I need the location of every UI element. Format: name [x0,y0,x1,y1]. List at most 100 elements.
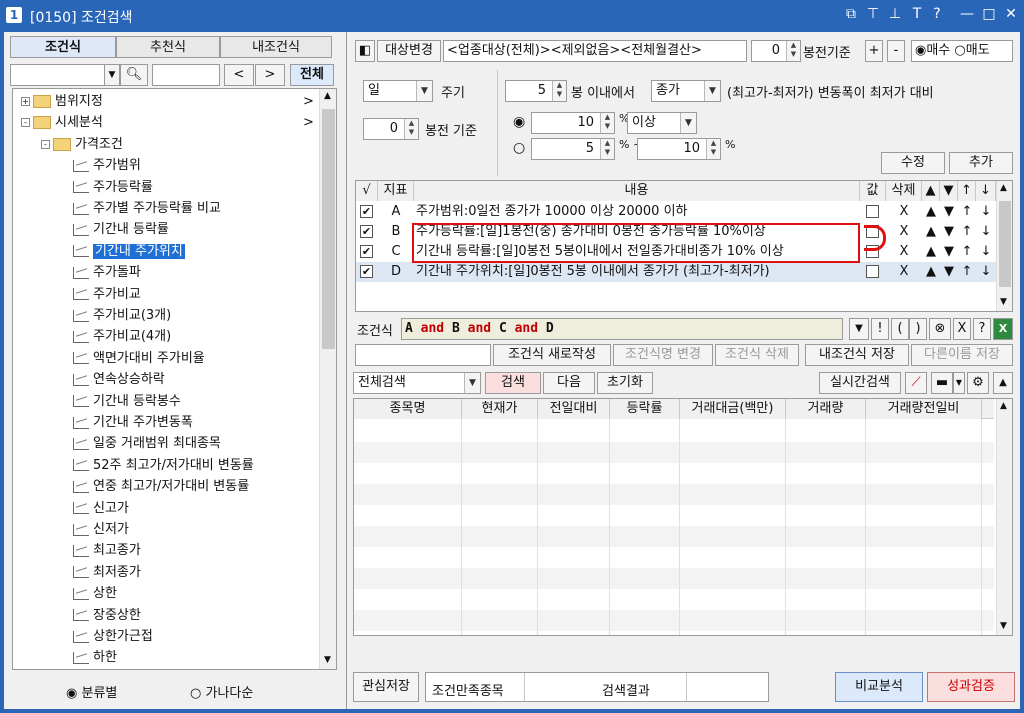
move-bottom-icon[interactable]: ↓ [976,242,996,262]
expand-icon[interactable]: + [21,97,30,106]
layout-icon[interactable]: ▬ [931,372,953,394]
delete-condition-button[interactable]: 조건식 삭제 [715,344,799,366]
tree-scrollbar[interactable]: ▲ ▼ [319,89,336,669]
tree-item[interactable]: 하한 [61,647,117,668]
tree-item[interactable]: 기간내 등락봉수 [61,391,181,412]
compare-analysis-button[interactable]: 비교분석 [835,672,923,702]
move-down-icon[interactable]: ▼ [940,262,958,282]
scroll-down-icon[interactable]: ▼ [1000,621,1007,631]
condition-name-input[interactable] [355,344,491,366]
search-button[interactable]: 검색 [485,372,541,394]
help-button[interactable]: ? [973,318,991,340]
not-button[interactable]: ! [871,318,889,340]
maximize-icon[interactable]: □ [980,6,998,22]
interest-save-button[interactable]: 관심저장 [353,672,419,702]
range2-from-spinner[interactable]: 5 ▲ ▼ [531,138,615,160]
tree-item[interactable]: 최고종가 [61,540,141,561]
tree-item[interactable]: 상한 [61,583,117,604]
sort-by-alpha[interactable]: ○ 가나다순 [190,682,253,701]
tree-item[interactable]: 주가비교 [61,284,141,305]
row-checkbox[interactable]: ✔ [360,205,373,218]
bong-spinner[interactable]: 0 ▲ ▼ [751,40,801,62]
search-input[interactable] [152,64,220,86]
period-select[interactable]: 일 ▼ [363,80,433,102]
tree-folder[interactable]: - 시세분석 [21,112,103,133]
font-icon[interactable]: T [908,6,926,22]
target-icon[interactable]: ◧ [355,40,375,62]
excel-icon[interactable]: X [993,318,1013,340]
realtime-search-button[interactable]: 실시간검색 [819,372,901,394]
plus-button[interactable]: + [865,40,883,62]
tree-item[interactable]: 주가돌파 [61,262,141,283]
results-column-header[interactable]: 등락률 [610,399,680,419]
results-column-header[interactable]: 거래량전일비 [866,399,982,419]
move-down-icon[interactable]: ▼ [940,242,958,262]
tree-item[interactable]: 신고가 [61,498,129,519]
tree-item[interactable]: 장중상한 [61,605,141,626]
tree-item[interactable]: 기간내 주가위치 [61,241,185,262]
clear-button[interactable]: X [953,318,971,340]
close-icon[interactable]: ✕ [1002,6,1020,22]
help-icon[interactable]: ? [928,6,946,22]
range1-op-select[interactable]: 이상 ▼ [627,112,697,134]
condition-row[interactable]: ✔ D 기간내 주가위치:[일]0봉전 5봉 이내에서 종가가 (최고가-최저가) X… [356,262,996,282]
tree-item[interactable]: 52주 최고가/저가대비 변동률 [61,455,254,476]
condition-row[interactable]: ✔ A 주가범위:0일전 종가가 10000 이상 20000 이하 X ▲ ▼ ↑ ↓ [356,202,996,222]
price-type-select[interactable]: 종가 ▼ [651,80,721,102]
scroll-down-icon[interactable]: ▼ [324,655,331,665]
tree-item[interactable]: 기간내 등락률 [61,219,169,240]
reset-button[interactable]: 초기화 [597,372,653,394]
sort-by-category[interactable]: ◉ 분류별 [66,682,117,701]
expand-arrow-icon[interactable]: > [303,91,314,112]
edit-button[interactable]: 수정 [881,152,945,174]
performance-verify-button[interactable]: 성과검증 [927,672,1015,702]
gear-icon[interactable]: ⚙ [967,372,989,394]
open-paren-button[interactable]: ( [891,318,909,340]
tab-recommend[interactable]: 추천식 [116,36,220,58]
minimize-icon[interactable]: — [958,6,976,22]
tree-item[interactable]: 연중 최고가/저가대비 변동률 [61,476,249,497]
delete-button[interactable]: X [886,262,922,282]
add-button[interactable]: 추가 [949,152,1013,174]
chevron-down-icon[interactable]: ▼ [953,372,965,394]
xor-icon[interactable]: ⊗ [929,318,951,340]
move-up-icon[interactable]: ▲ [922,202,940,222]
move-up-icon[interactable]: ▲ [922,242,940,262]
row-checkbox[interactable]: ✔ [360,265,373,278]
collapse-up-icon[interactable]: ▲ [993,372,1013,394]
tree-item[interactable]: 기간내 주가변동폭 [61,412,193,433]
new-condition-button[interactable]: 조건식 새로작성 [493,344,611,366]
row-checkbox[interactable]: ✔ [360,245,373,258]
collapse-icon[interactable]: - [41,139,50,149]
move-bottom-icon[interactable]: ↓ [976,202,996,222]
tree-item[interactable]: 상한가근접 [61,626,153,647]
scroll-up-icon[interactable]: ▲ [1000,401,1007,411]
move-bottom-icon[interactable]: ↓ [976,262,996,282]
value-checkbox[interactable] [866,265,879,278]
sell-radio[interactable]: ○매도 [954,43,989,58]
scroll-up-icon[interactable]: ▲ [1000,183,1007,193]
search-scope-select[interactable]: 전체검색 ▼ [353,372,481,394]
grid-scrollbar[interactable]: ▲ ▼ [996,181,1012,311]
close-paren-button[interactable]: ) [909,318,927,340]
all-button[interactable]: 전체 [290,64,334,86]
rename-condition-button[interactable]: 조건식명 변경 [613,344,713,366]
value-checkbox[interactable] [866,205,879,218]
move-bottom-icon[interactable]: ↓ [976,222,996,242]
move-up-icon[interactable]: ▲ [922,222,940,242]
search-icon[interactable]: 🔍︎ [120,64,148,86]
tree-item[interactable]: 주가비교(3개) [61,305,171,326]
tree-item[interactable]: 액면가대비 주가비율 [61,348,205,369]
tree-item[interactable]: 주가별 주가등락률 비교 [61,198,221,219]
scroll-down-icon[interactable]: ▼ [1000,297,1007,307]
condition-expression[interactable]: A and B and C and D [401,318,843,340]
tab-my-condition[interactable]: 내조건식 [220,36,332,58]
pin2-icon[interactable]: ⊥ [886,6,904,22]
collapse-icon[interactable]: - [21,118,30,128]
tree-item[interactable]: 신저가 [61,519,129,540]
bong-before-spinner[interactable]: 0 ▲ ▼ [363,118,419,140]
results-column-header[interactable]: 현재가 [462,399,538,419]
scroll-thumb[interactable] [322,109,335,349]
range1-spinner[interactable]: 10 ▲ ▼ [531,112,615,134]
pin-icon[interactable]: ⊤ [864,6,882,22]
